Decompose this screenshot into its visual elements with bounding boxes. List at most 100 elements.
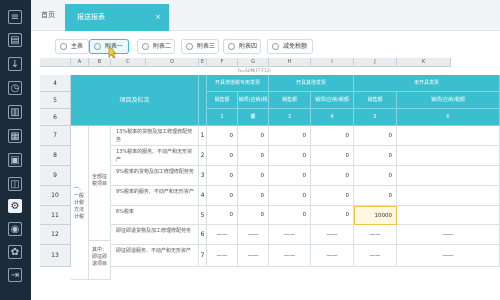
sheet-tab-2[interactable]: 附表二 <box>137 39 175 54</box>
download-icon[interactable]: ↓ <box>8 57 22 71</box>
line-number: 1 <box>199 126 207 146</box>
mouse-cursor-icon <box>108 45 116 59</box>
app-window: ≡ ▤ ↓ ◷ ▥ ▦ ▣ ◫ ⚙ ◉ ✿ ⇥ 首页 报送报表 × 主表 附表一… <box>0 0 500 300</box>
book-icon[interactable]: ≡ <box>8 10 22 24</box>
table-cell[interactable]: 0 <box>207 166 238 186</box>
table-cell[interactable]: —— <box>269 225 311 245</box>
gear-icon[interactable]: ✿ <box>8 245 22 259</box>
row-header: 4 <box>40 75 71 92</box>
sheet-tab-label: 附表二 <box>153 43 172 50</box>
table-cell[interactable]: 0 <box>354 186 397 206</box>
grid-icon[interactable]: ▦ <box>8 129 22 143</box>
table-cell[interactable]: —— <box>311 225 354 245</box>
line-number: 7 <box>199 245 207 267</box>
table-cell[interactable]: —— <box>354 225 397 245</box>
sub-header: 销项(应纳)税额 <box>397 92 500 109</box>
table-cell[interactable] <box>397 146 500 166</box>
radio-icon <box>142 43 149 50</box>
table-cell[interactable]: —— <box>207 225 238 245</box>
table-cell[interactable]: 0 <box>269 166 311 186</box>
table-cell[interactable]: —— <box>207 245 238 267</box>
row-header: 5 <box>40 92 71 109</box>
column-header: K <box>397 58 451 67</box>
gift-icon[interactable]: ◫ <box>8 177 22 191</box>
line-number: 6 <box>199 225 207 245</box>
clock-icon[interactable]: ◷ <box>8 81 22 95</box>
column-header: F <box>207 58 238 67</box>
column-header: H <box>269 58 311 67</box>
row-description: 9%税率的服务、不动产和无形资产 <box>111 186 199 206</box>
table-cell[interactable]: 0 <box>269 186 311 206</box>
table-cell[interactable]: 0 <box>311 166 354 186</box>
table-cell[interactable]: —— <box>311 245 354 267</box>
active-tab[interactable]: 报送报表 × <box>65 4 169 31</box>
table-cell[interactable]: 0 <box>311 146 354 166</box>
table-cell[interactable]: 0 <box>269 146 311 166</box>
close-icon[interactable]: × <box>155 4 161 31</box>
radio-icon <box>228 43 235 50</box>
project-header: 项目及栏次 <box>71 75 199 126</box>
table-cell[interactable]: 0 <box>311 206 354 225</box>
settings-icon[interactable]: ⚙ <box>8 199 22 213</box>
table-cell[interactable]: 0 <box>238 166 269 186</box>
row-description: 13%税率的货物及加工修理修配劳务 <box>111 126 199 146</box>
group-label-all: 全部征税项目 <box>89 126 111 241</box>
table-cell[interactable]: —— <box>269 245 311 267</box>
table-cell[interactable]: 0 <box>354 166 397 186</box>
sheet-tab-5[interactable]: 减免税额 <box>267 39 313 54</box>
sheet-tab-label: 附表四 <box>239 43 258 50</box>
table-cell[interactable]: 0 <box>207 186 238 206</box>
table-cell[interactable] <box>397 126 500 146</box>
table-cell[interactable]: —— <box>238 245 269 267</box>
column-header: I <box>311 58 354 67</box>
radio-icon <box>94 43 101 50</box>
table-cell[interactable]: 0 <box>207 146 238 166</box>
line-number: 4 <box>199 186 207 206</box>
spreadsheet: ABCDEFGHIJK fx=SUM(F7:F13) 项目及栏次 开具增值税专用… <box>31 58 500 300</box>
table-cell[interactable]: 0 <box>269 126 311 146</box>
column-header: A <box>71 58 89 67</box>
sheet-tab-3[interactable]: 附表三 <box>181 39 219 54</box>
group-label-refund: 其中：即征即退项目 <box>89 241 111 280</box>
sheet-tab-bar: 主表 附表一 附表二 附表三 附表四 减免税额 <box>31 37 500 57</box>
user-icon[interactable]: ◉ <box>8 222 22 236</box>
table-cell[interactable]: 0 <box>354 146 397 166</box>
column-number: 1 <box>207 109 238 126</box>
group-header: 未开具发票 <box>354 75 500 92</box>
table-cell[interactable] <box>397 206 500 225</box>
home-tab[interactable]: 首页 <box>41 10 55 20</box>
selected-cell[interactable]: 10000 <box>354 206 397 225</box>
column-number: 4 <box>311 109 354 126</box>
row-header: 7 <box>40 126 71 146</box>
sheet-tab-label: 减免税额 <box>283 43 308 50</box>
table-cell[interactable] <box>397 166 500 186</box>
radio-icon <box>272 43 279 50</box>
table-cell[interactable]: 0 <box>354 126 397 146</box>
sheet-tab-main[interactable]: 主表 <box>55 39 89 54</box>
table-cell[interactable]: —— <box>238 225 269 245</box>
table-cell[interactable] <box>397 186 500 206</box>
table-cell[interactable]: 0 <box>238 126 269 146</box>
table-cell[interactable]: 0 <box>207 126 238 146</box>
table-cell[interactable]: —— <box>397 225 500 245</box>
logout-icon[interactable]: ⇥ <box>8 268 22 282</box>
row-header: 9 <box>40 166 71 186</box>
table-cell[interactable]: 0 <box>238 186 269 206</box>
column-header: G <box>238 58 269 67</box>
sheet-tab-4[interactable]: 附表四 <box>223 39 261 54</box>
table-cell[interactable]: 0 <box>311 126 354 146</box>
table-cell[interactable]: —— <box>397 245 500 267</box>
group-label-main: 一、一般计税方法计税 <box>71 126 89 280</box>
table-cell[interactable]: 0 <box>238 146 269 166</box>
sheet-tab-label: 附表三 <box>197 43 216 50</box>
table-cell[interactable]: 0 <box>238 206 269 225</box>
sheet-corner <box>40 58 71 67</box>
table-cell[interactable]: 0 <box>269 206 311 225</box>
document-icon[interactable]: ▤ <box>8 33 22 47</box>
table-cell[interactable]: 0 <box>311 186 354 206</box>
table-cell[interactable]: 0 <box>207 206 238 225</box>
table-cell[interactable]: —— <box>354 245 397 267</box>
top-tab-bar: 首页 报送报表 × <box>31 0 500 31</box>
table-icon[interactable]: ▣ <box>8 153 22 167</box>
chart-icon[interactable]: ▥ <box>8 105 22 119</box>
